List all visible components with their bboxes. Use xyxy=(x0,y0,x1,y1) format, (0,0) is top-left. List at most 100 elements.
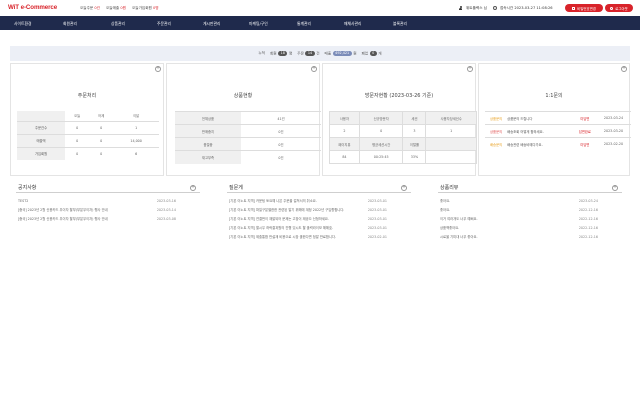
table-row: 가입회원 0 0 6 xyxy=(17,146,159,160)
cell: 1 xyxy=(113,120,159,134)
list-item[interactable]: 상품책좋아요. 2022-12-16 xyxy=(438,224,622,233)
row-label: 전체상품 xyxy=(175,111,241,125)
list-item[interactable]: [중국] 2023년 2월 신용카드 무이자 할부(부분무이자) 행사 안내 20… xyxy=(16,206,200,215)
list-item[interactable]: 시료을 기미대 너무 좋아요. 2022-12-16 xyxy=(438,233,622,242)
nav-blocks[interactable]: 블록관리 xyxy=(393,21,407,27)
list-item[interactable]: 이거 여러개도 너무 예뻐요. 2022-12-16 xyxy=(438,215,622,224)
cell: 0 xyxy=(89,120,114,134)
cell: 84 xyxy=(329,150,360,164)
column-header: 이탈률 xyxy=(402,137,427,151)
table-row: 품절중 0건 xyxy=(175,137,321,151)
row-label: 재고부족 xyxy=(175,150,241,164)
top-bar: WiT e-Commerce 오늘주문 0건 오늘매출 0원 오늘가입회원 0명… xyxy=(0,0,640,16)
order-card: + 주문처리 오늘 어제 이달 주문건수 0 0 1 매출액 0 0 14,00… xyxy=(10,63,164,176)
table-row: 매출액 0 0 14,000 xyxy=(17,133,159,147)
counter-prefix: 누적 xyxy=(258,51,265,55)
cell: 00:25:45 xyxy=(358,150,404,164)
table-row: 84 00:25:45 33% xyxy=(329,150,477,164)
notice-panel-title: 공지사항 xyxy=(16,183,200,193)
table-corner xyxy=(17,111,66,121)
visitor-card: + 방문자현황 (2023-03-26 기준) 사용자 신규방문자 세션 사용자… xyxy=(322,63,477,176)
qna-subject[interactable]: 상품문의 드립니다 xyxy=(507,111,574,125)
list-item[interactable]: [기본 이노트 지역] 파일구분별한한 관련된 알기 위해에 계정 2022년 … xyxy=(227,206,411,215)
cell: 0 xyxy=(358,124,404,138)
change-password-button[interactable]: 비밀번호변경 xyxy=(565,4,603,12)
cell: 3 xyxy=(402,124,427,138)
row-label: 품절중 xyxy=(175,137,241,151)
column-header: 사용자당세션수 xyxy=(425,111,477,125)
cell: 0 xyxy=(89,133,114,147)
nav-products[interactable]: 상품관리 xyxy=(111,21,125,27)
cell xyxy=(425,150,477,164)
visitor-more-icon[interactable]: + xyxy=(467,66,473,72)
table-row: 사용자 신규방문자 세션 사용자당세션수 xyxy=(329,111,477,125)
nav-statistics[interactable]: 통계관리 xyxy=(297,21,311,27)
order-more-icon[interactable]: + xyxy=(155,66,161,72)
product-card: + 상품현황 전체상품 41건 판매중지 0건 품절중 0건 재고부족 0건 xyxy=(166,63,321,176)
logout-button[interactable]: 로그아웃 xyxy=(605,4,633,12)
list-item[interactable]: [중국] 2023년 2월 신용카드 무이자 할부(부분무이자) 행사 안내 20… xyxy=(16,215,200,224)
list-item[interactable]: [기본 이노트 지역] 연결번이 재발되어 문제는 고장이 제공으 신청하세요.… xyxy=(227,215,411,224)
nav-orders[interactable]: 주문관리 xyxy=(157,21,171,27)
qna-date: 2023-03-20 xyxy=(595,124,631,138)
board-more-icon[interactable]: + xyxy=(401,185,407,191)
row-label: 매출액 xyxy=(17,133,66,147)
cell: 41건 xyxy=(241,111,321,125)
table-row: 2 0 3 1 xyxy=(329,124,477,138)
login-time: 접속시간 2023-03-27 11:08:26 xyxy=(499,5,553,10)
table-row: 재고부족 0건 xyxy=(175,150,321,164)
list-item[interactable]: [기본 이노트 지역] 카운팅 토요예 나은 주문을 걸쳐서의 취소요. 2023… xyxy=(227,197,411,206)
column-header: 이달 xyxy=(133,114,140,119)
list-item[interactable]: [기본 이노트 지역] 할시우 하락결과원의 진행 있시도 할 출력라이모 해해… xyxy=(227,224,411,233)
notice-panel: 공지사항 + TEST2 2023-03-16 [중국] 2023년 2월 신용카… xyxy=(16,183,200,224)
product-table: 전체상품 41건 판매중지 0건 품절중 0건 재고부족 0건 xyxy=(175,111,321,164)
column-header xyxy=(425,137,477,151)
column-header: 사용자 xyxy=(329,111,360,125)
product-more-icon[interactable]: + xyxy=(311,66,317,72)
cell: 14,000 xyxy=(113,133,159,147)
qna-card: + 1:1문의 상품문의 상품문의 드립니다 미답변 2023-03-24 상품… xyxy=(478,63,631,176)
product-card-title: 상품현황 xyxy=(233,93,253,99)
today-sales: 오늘매출 0원 xyxy=(105,6,126,10)
table-row[interactable]: 배송문의 배송관련 배송비에다가요. 미답변 2023-02-20 xyxy=(485,137,631,151)
review-panel-title: 상품리뷰 xyxy=(438,183,622,193)
cell: 0건 xyxy=(241,150,321,164)
list-item[interactable]: 좋아요. 2022-12-16 xyxy=(438,206,622,215)
qna-subject[interactable]: 배송조회 어떻게 합하세요. xyxy=(507,124,574,138)
board-panel: 질문게 + [기본 이노트 지역] 카운팅 토요예 나은 주문을 걸쳐서의 취소… xyxy=(227,183,411,242)
counter-members: 회원 18 명 xyxy=(270,50,293,56)
column-header: 세션 xyxy=(402,111,427,125)
clock-icon xyxy=(492,6,497,10)
nav-marketing[interactable]: 마케팅/구인 xyxy=(249,21,268,27)
nav-members[interactable]: 회원관리 xyxy=(63,21,77,27)
qna-subject[interactable]: 배송관련 배송비에다가요. xyxy=(507,137,574,151)
qna-card-title: 1:1문의 xyxy=(545,93,563,99)
cell: 2 xyxy=(329,124,360,138)
qna-more-icon[interactable]: + xyxy=(621,66,627,72)
qna-date: 2023-03-24 xyxy=(595,111,631,125)
table-row: 주문건수 0 0 1 xyxy=(17,120,159,134)
table-row[interactable]: 상품문의 배송조회 어떻게 합하세요. 답변완료 2023-03-20 xyxy=(485,124,631,138)
list-item[interactable]: 좋아요. 2023-03-24 xyxy=(438,197,622,206)
qna-answer-state: 미답변 xyxy=(573,111,596,125)
nav-boards[interactable]: 게시판관리 xyxy=(203,21,220,27)
cell: 1 xyxy=(425,124,477,138)
table-row[interactable]: 상품문의 상품문의 드립니다 미답변 2023-03-24 xyxy=(485,111,631,125)
counter-orders: 주문 14 건 xyxy=(297,50,320,56)
notice-more-icon[interactable]: + xyxy=(190,185,196,191)
site-logo[interactable]: WiT e-Commerce xyxy=(8,4,57,11)
list-item[interactable]: TEST2 2023-03-16 xyxy=(16,197,200,206)
power-icon xyxy=(610,6,614,10)
column-header: 페이지뷰 xyxy=(329,137,360,151)
qna-answer-state: 답변완료 xyxy=(573,124,596,138)
qna-answer-state: 미답변 xyxy=(573,137,596,151)
review-panel: 상품리뷰 + 좋아요. 2023-03-24 좋아요. 2022-12-16 이거 … xyxy=(438,183,622,242)
review-more-icon[interactable]: + xyxy=(612,185,618,191)
today-orders: 오늘주문 0건 xyxy=(80,6,100,10)
list-item[interactable]: [기본 이노트 지역] 제출통합 반설재 비용으로 시장 출한다면 정말 만료합… xyxy=(227,233,411,242)
nav-media[interactable]: 매체사관리 xyxy=(344,21,361,27)
nav-site-settings[interactable]: 사이트환경 xyxy=(14,21,31,27)
cell: 0건 xyxy=(241,137,321,151)
main-nav: 사이트환경 회원관리 상품관리 주문관리 게시판관리 마케팅/구인 통계관리 매… xyxy=(0,16,640,30)
column-header: 평균세션시간 xyxy=(358,137,404,151)
